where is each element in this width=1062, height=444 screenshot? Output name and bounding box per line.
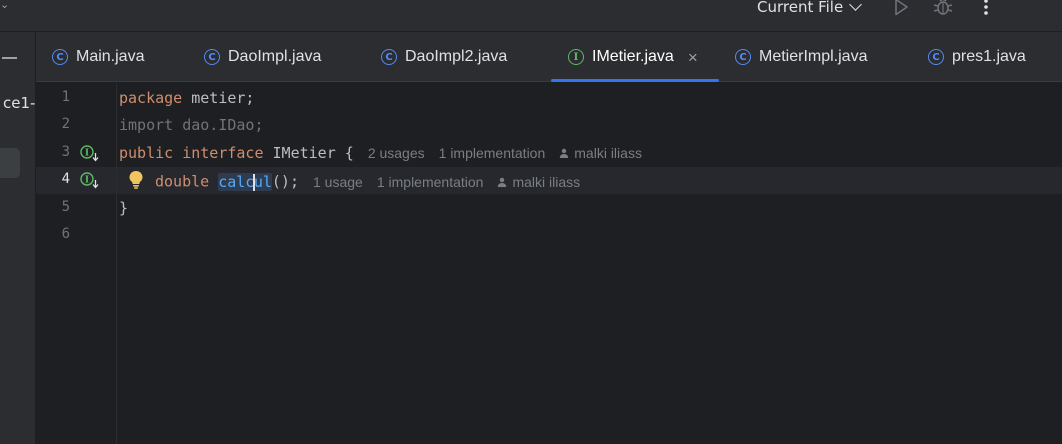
- line-number: 6: [61, 226, 70, 242]
- code-line-4[interactable]: double calcul(); 1 usage 1 implementation m…: [119, 170, 580, 192]
- method-name-start: calc: [218, 172, 255, 191]
- tab-label: pres1.java: [952, 48, 1026, 65]
- main-toolbar: ⌄ Current File: [0, 0, 1062, 32]
- author-hint[interactable]: malki iliass: [497, 172, 580, 192]
- minimize-icon[interactable]: [2, 57, 17, 59]
- closing-brace: }: [119, 199, 129, 217]
- chevron-down-icon: [849, 0, 863, 11]
- method-name: calcul: [218, 172, 272, 191]
- implementation-hint[interactable]: 1 implementation: [377, 174, 484, 190]
- author-name: malki iliass: [512, 173, 581, 190]
- tab-daoimpl2-java[interactable]: C DaoImpl2.java: [381, 32, 507, 82]
- debug-icon[interactable]: [932, 0, 954, 18]
- class-icon: C: [928, 49, 944, 65]
- code-editor[interactable]: 1 2 3 4 5 6 I I package metier; import d…: [36, 83, 1062, 444]
- project-tool-window-edge: ce1-: [0, 32, 36, 444]
- code-line-5[interactable]: }: [119, 198, 128, 218]
- lightbulb-icon[interactable]: [128, 170, 144, 194]
- code-line-1[interactable]: package metier;: [119, 88, 254, 108]
- keyword: double: [155, 172, 210, 191]
- line-number: 1: [61, 89, 70, 105]
- line-number: 4: [61, 171, 70, 187]
- class-icon: C: [52, 49, 68, 65]
- class-icon: C: [735, 49, 751, 65]
- tab-pres1-java[interactable]: C pres1.java: [928, 32, 1026, 82]
- line-number: 2: [61, 116, 70, 132]
- implementation-hint[interactable]: 1 implementation: [439, 145, 546, 161]
- project-name-fragment[interactable]: ce1-: [3, 94, 35, 112]
- author-name: malki iliass: [574, 145, 642, 161]
- keyword: package: [119, 89, 183, 107]
- class-icon: C: [204, 49, 220, 65]
- line-number: 5: [61, 199, 70, 215]
- class-icon: C: [381, 49, 397, 65]
- code-line-2[interactable]: import dao.IDao;: [119, 115, 264, 135]
- run-configuration-label: Current File: [757, 0, 844, 16]
- code-text: metier;: [182, 89, 255, 107]
- selected-tree-item[interactable]: [0, 148, 20, 178]
- svg-text:I: I: [85, 149, 89, 159]
- editor-tabs: C Main.java C DaoImpl.java C DaoImpl2.ja…: [36, 32, 1062, 82]
- person-icon: [498, 177, 507, 187]
- interface-icon: I: [568, 49, 584, 65]
- implemented-gutter-icon[interactable]: I: [80, 172, 100, 189]
- usages-hint[interactable]: 1 usage: [313, 174, 363, 190]
- usages-hint[interactable]: 2 usages: [368, 145, 425, 161]
- active-tab-indicator: [551, 79, 719, 82]
- unused-import: import dao.IDao;: [119, 116, 264, 134]
- keyword: public: [119, 144, 174, 162]
- tab-daoimpl-java[interactable]: C DaoImpl.java: [204, 32, 321, 82]
- method-name-end: ul: [253, 172, 272, 191]
- tab-metierimpl-java[interactable]: C MetierImpl.java: [735, 32, 867, 82]
- code-text: ();: [271, 172, 299, 191]
- keyword: interface: [182, 144, 264, 162]
- author-hint[interactable]: malki iliass: [559, 143, 642, 163]
- tab-imetier-java[interactable]: I IMetier.java ×: [568, 32, 698, 82]
- menu-chevron-icon[interactable]: ⌄: [0, 0, 9, 10]
- line-number: 3: [61, 144, 70, 160]
- tab-label: DaoImpl.java: [228, 48, 322, 65]
- tab-label: MetierImpl.java: [759, 48, 868, 65]
- tab-label: IMetier.java: [592, 48, 674, 65]
- tab-main-java[interactable]: C Main.java: [52, 32, 144, 82]
- interface-name: IMetier {: [263, 144, 354, 162]
- tab-label: Main.java: [76, 48, 145, 65]
- more-vertical-icon[interactable]: [975, 0, 997, 18]
- close-icon[interactable]: ×: [688, 49, 698, 66]
- run-icon[interactable]: [890, 0, 912, 18]
- person-icon: [560, 148, 569, 158]
- code-line-3[interactable]: public interface IMetier { 2 usages 1 impl…: [119, 143, 642, 163]
- svg-text:I: I: [85, 176, 89, 186]
- run-configuration-selector[interactable]: Current File: [757, 0, 863, 18]
- gutter-divider: [116, 83, 117, 444]
- implemented-gutter-icon[interactable]: I: [80, 145, 100, 162]
- tab-label: DaoImpl2.java: [405, 48, 508, 65]
